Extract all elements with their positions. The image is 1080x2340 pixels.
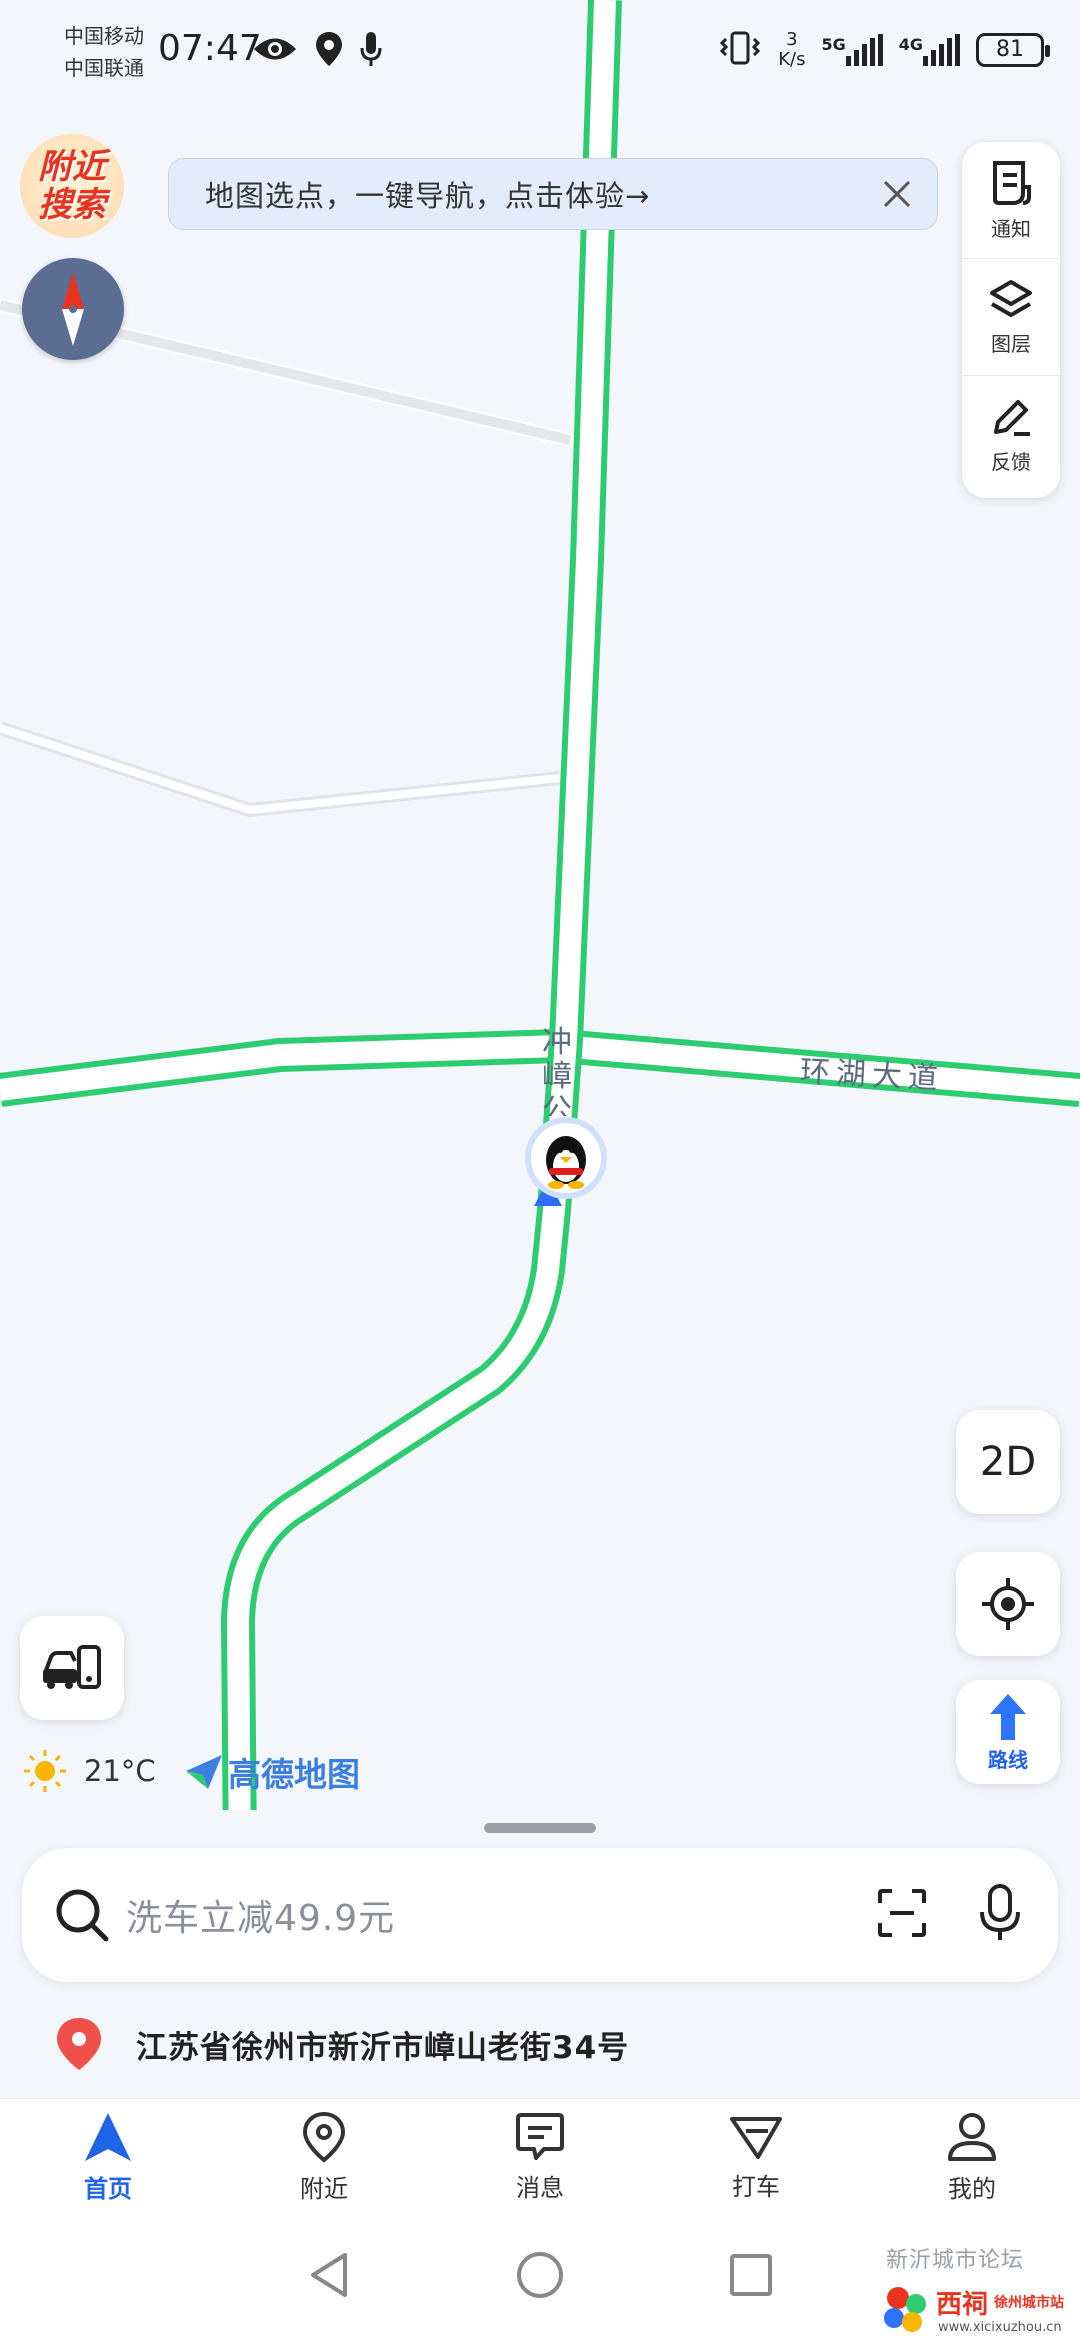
- map-canvas[interactable]: [0, 0, 1080, 1860]
- tool-notice-label: 通知: [991, 216, 1031, 241]
- car-phone-icon: [43, 1645, 101, 1689]
- locate-me-button[interactable]: [956, 1552, 1060, 1656]
- main-roads: [0, 0, 1080, 1860]
- message-icon: [516, 2112, 564, 2160]
- minor-road: [0, 721, 561, 818]
- tool-feedback[interactable]: 反馈: [962, 376, 1060, 492]
- watermark-sub: 徐州城市站: [994, 2295, 1064, 2311]
- route-arrow-icon: [990, 1693, 1026, 1740]
- address-text: 江苏省徐州市新沂市嶂山老街34号: [136, 2029, 630, 2066]
- tab-home-label: 首页: [84, 2174, 132, 2203]
- route-button[interactable]: 路线: [956, 1680, 1060, 1784]
- tab-messages-label: 消息: [516, 2173, 564, 2202]
- locate-icon: [982, 1578, 1034, 1630]
- notice-icon: [993, 160, 1031, 205]
- sheet-drag-handle[interactable]: [484, 1823, 596, 1833]
- compass-icon: [62, 272, 84, 346]
- sun-icon: [24, 1750, 66, 1792]
- xici-logo-icon: [884, 2287, 926, 2332]
- speed-value: 3: [786, 29, 798, 50]
- network-type-2: 4G: [898, 35, 923, 54]
- amap-logo-icon: [186, 1755, 222, 1789]
- map-tool-panel: 通知 图层 反馈: [962, 142, 1060, 498]
- tab-messages[interactable]: 消息: [432, 2099, 648, 2215]
- search-icon: [56, 1889, 109, 1942]
- address-pin-icon: [57, 2018, 101, 2070]
- brand-name: 高德地图: [228, 1755, 360, 1794]
- scan-icon[interactable]: [876, 1887, 928, 1943]
- layers-icon: [990, 279, 1032, 317]
- road-label-lake: 环湖大道: [798, 1054, 945, 1097]
- network-speed: 3 K/s: [778, 30, 805, 70]
- search-bar[interactable]: 洗车立减49.9元: [22, 1848, 1058, 1982]
- nearby-badge-line2: 搜索: [38, 185, 106, 225]
- tab-home[interactable]: 首页: [0, 2099, 216, 2215]
- current-address-row[interactable]: 江苏省徐州市新沂市嶂山老街34号: [0, 1994, 1080, 2094]
- carrier-1: 中国移动: [64, 24, 144, 48]
- view-mode-2d-button[interactable]: 2D: [956, 1410, 1060, 1514]
- voice-input-icon[interactable]: [978, 1884, 1022, 1946]
- speed-unit: K/s: [778, 49, 806, 70]
- tab-profile-label: 我的: [948, 2174, 996, 2203]
- tab-profile[interactable]: 我的: [864, 2099, 1080, 2215]
- nearby-pin-icon: [302, 2111, 346, 2163]
- profile-icon: [948, 2112, 996, 2161]
- watermark-forum: 新沂城市论坛: [886, 2248, 1025, 2273]
- tool-layers[interactable]: 图层: [962, 259, 1060, 376]
- recent-apps-icon[interactable]: [729, 2253, 773, 2301]
- amap-brand: 高德地图: [184, 1748, 360, 1796]
- eye-icon: [252, 34, 298, 68]
- tab-taxi-label: 打车: [732, 2172, 780, 2201]
- network-type-1: 5G: [821, 35, 846, 54]
- watermark-url: www.xicixuzhou.cn: [938, 2320, 1062, 2335]
- tool-feedback-label: 反馈: [991, 449, 1031, 474]
- tab-taxi[interactable]: 打车: [648, 2099, 864, 2215]
- close-icon[interactable]: [875, 172, 919, 216]
- nearby-search-badge[interactable]: 附近 搜索: [20, 134, 124, 238]
- watermark-brand: 西祠: [936, 2290, 989, 2320]
- clock: 07:47: [158, 28, 262, 69]
- bottom-tab-bar: 首页 附近 消息 打车 我的: [0, 2098, 1080, 2215]
- road-label-vertical: 冲嶂公: [542, 1026, 572, 1116]
- tool-notice[interactable]: 通知: [962, 142, 1060, 259]
- location-icon: [316, 32, 342, 70]
- watermark: 西祠 徐州城市站 www.xicixuzhou.cn: [878, 2282, 1078, 2338]
- vibrate-icon: [718, 31, 762, 69]
- status-bar: 中国移动 中国联通 07:47 3 K/s 5G 4G 81: [0, 0, 1080, 110]
- tab-nearby-label: 附近: [300, 2174, 348, 2203]
- weather-info[interactable]: 21°C: [22, 1748, 156, 1794]
- back-icon[interactable]: [307, 2251, 351, 2303]
- home-navigation-icon: [85, 2112, 131, 2161]
- tip-text: 地图选点，一键导航，点击体验→: [205, 179, 651, 213]
- tool-layers-label: 图层: [991, 331, 1031, 356]
- taxi-icon: [730, 2116, 782, 2159]
- route-label: 路线: [988, 1747, 1028, 1772]
- feedback-edit-icon: [994, 399, 1030, 436]
- search-placeholder: 洗车立减49.9元: [126, 1898, 396, 1939]
- tab-nearby[interactable]: 附近: [216, 2099, 432, 2215]
- car-connect-button[interactable]: [20, 1616, 124, 1720]
- home-circle-icon[interactable]: [515, 2250, 565, 2304]
- carrier-2: 中国联通: [64, 56, 144, 80]
- nearby-badge-line1: 附近: [38, 147, 106, 187]
- weather-temp: 21°C: [84, 1754, 156, 1788]
- signal-strength-icon: [845, 34, 883, 66]
- minor-road: [0, 724, 561, 815]
- compass-button[interactable]: [22, 258, 124, 360]
- signal-strength-icon: [923, 34, 960, 66]
- carrier-info: 中国移动 中国联通: [64, 20, 144, 84]
- microphone-status-icon: [360, 32, 382, 70]
- battery-icon: 81: [976, 33, 1050, 67]
- tip-banner[interactable]: 地图选点，一键导航，点击体验→: [168, 158, 938, 230]
